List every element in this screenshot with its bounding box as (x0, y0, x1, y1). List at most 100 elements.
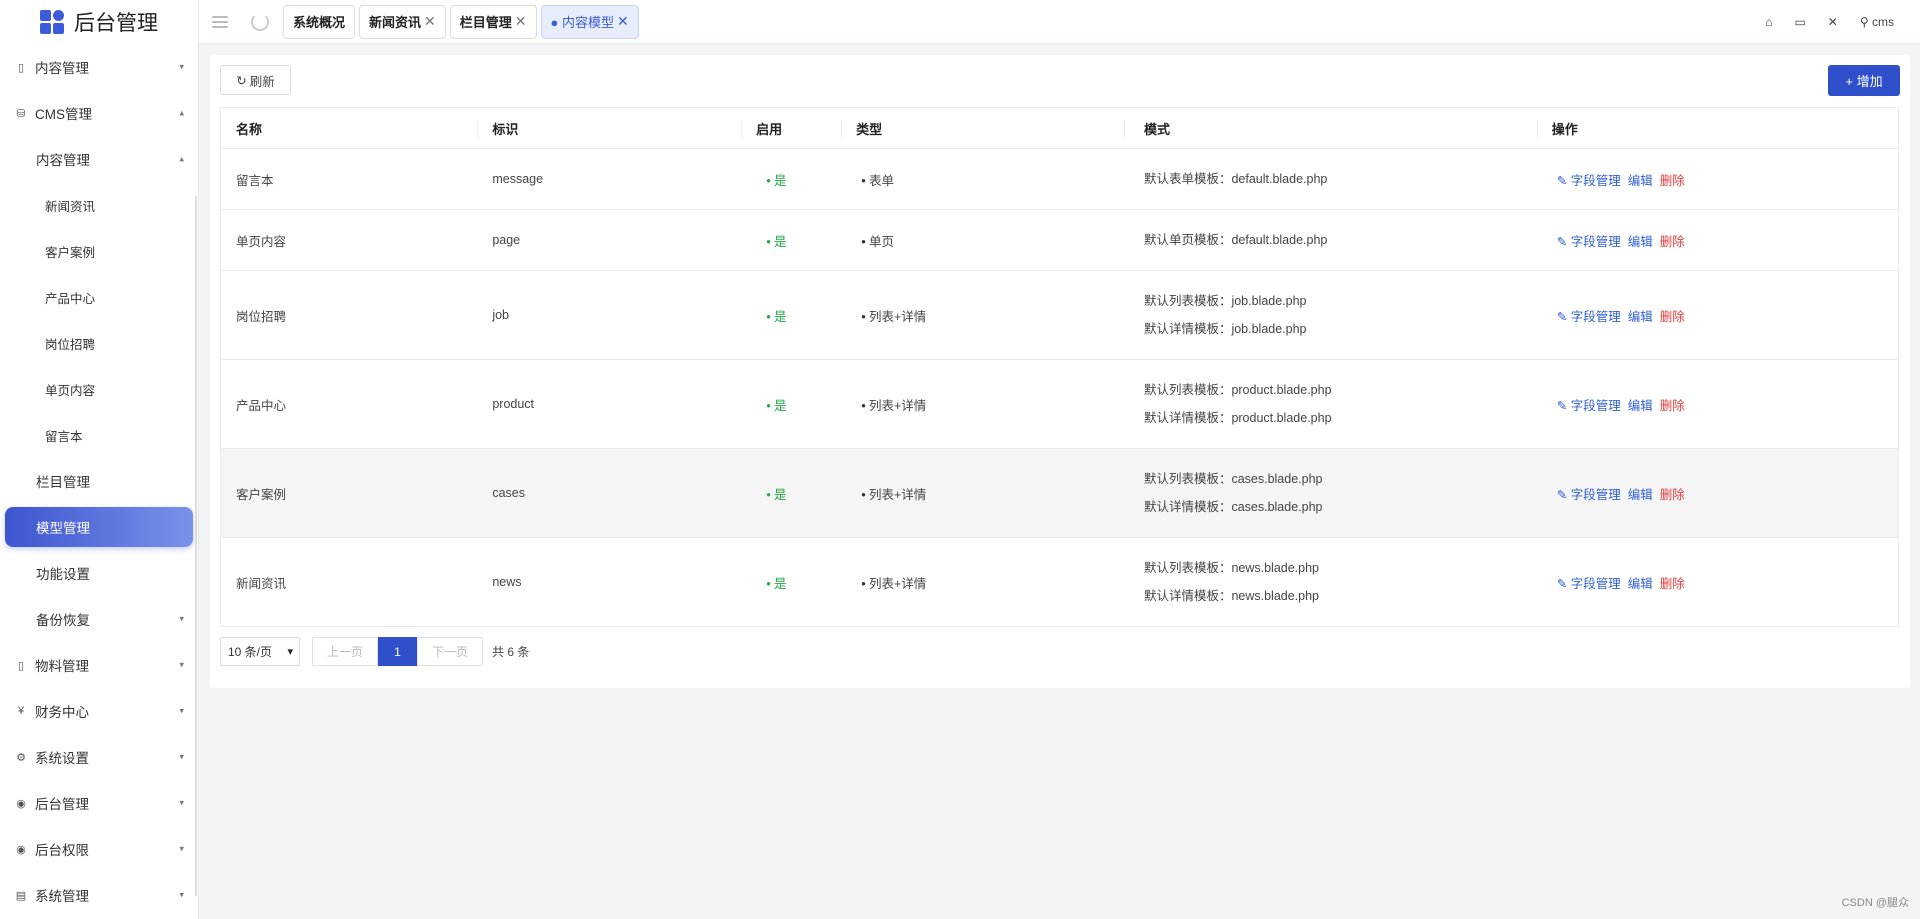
add-button[interactable]: + 增加 (1828, 65, 1900, 96)
sidebar-item-3[interactable]: 新闻资讯 (0, 182, 198, 228)
page-size-select[interactable]: 10 条/页 (220, 637, 300, 666)
sidebar-item-17[interactable]: ◉ 后台权限 ▾ (0, 826, 198, 872)
home-icon[interactable]: ⌂ (1765, 15, 1772, 29)
app-title: 后台管理 (74, 12, 158, 35)
sidebar-item-8[interactable]: 留言本 (0, 412, 198, 458)
edit-link[interactable]: 编辑 (1628, 577, 1653, 591)
chevron-up-icon: ▴ (179, 107, 184, 118)
actions-cell: ✎ 字段管理 编辑 删除 (1536, 359, 1899, 449)
sidebar-item-label: 功能设置 (36, 567, 90, 582)
field-manage-link[interactable]: ✎ 字段管理 (1557, 488, 1621, 502)
model-type: 列表+详情 (861, 310, 926, 324)
sidebar-item-6[interactable]: 岗位招聘 (0, 320, 198, 366)
reload-icon[interactable] (251, 12, 269, 31)
edit-link[interactable]: 编辑 (1628, 310, 1653, 324)
delete-link[interactable]: 删除 (1660, 310, 1685, 324)
refresh-button[interactable]: ↻ 刷新 (220, 65, 291, 95)
sidebar-scrollbar[interactable] (195, 196, 197, 896)
delete-link[interactable]: 删除 (1660, 577, 1685, 591)
user-menu[interactable]: ⚲ cms (1860, 15, 1894, 29)
edit-link[interactable]: 编辑 (1628, 235, 1653, 249)
type-cell: 列表+详情 (841, 270, 1124, 360)
chevron-down-icon: ▾ (179, 61, 184, 72)
model-key: news (477, 537, 742, 627)
delete-link[interactable]: 删除 (1660, 174, 1685, 188)
tab-label: 系统概况 (293, 15, 346, 30)
field-manage-link[interactable]: ✎ 字段管理 (1557, 399, 1621, 413)
sidebar-item-12[interactable]: 备份恢复 ▾ (0, 596, 198, 642)
close-icon[interactable]: ✕ (424, 13, 436, 30)
sidebar-item-14[interactable]: ¥ 财务中心 ▾ (0, 688, 198, 734)
edit-link[interactable]: 编辑 (1628, 399, 1653, 413)
sidebar-item-13[interactable]: ▯ 物料管理 ▾ (0, 642, 198, 688)
type-cell: 列表+详情 (841, 359, 1124, 449)
tab-0[interactable]: 系统概况 (283, 4, 356, 39)
edit-icon: ✎ (1556, 234, 1568, 249)
mode-template: 默认详情模板：news.blade.php (1143, 589, 1320, 603)
edit-icon: ✎ (1556, 576, 1568, 591)
mode-cell: 默认表单模板：default.blade.php (1123, 148, 1537, 210)
field-manage-link[interactable]: ✎ 字段管理 (1557, 310, 1621, 324)
edit-link[interactable]: 编辑 (1628, 488, 1653, 502)
mode-template: 默认单页模板：default.blade.php (1143, 233, 1328, 247)
field-manage-link[interactable]: ✎ 字段管理 (1557, 235, 1621, 249)
table-row[interactable]: 单页内容page 是 单页 默认单页模板：default.blade.php ✎ 字段管… (220, 209, 1899, 271)
field-manage-link[interactable]: ✎ 字段管理 (1557, 174, 1621, 188)
sidebar-item-0[interactable]: ▯ 内容管理 ▾ (0, 44, 198, 90)
sidebar-item-16[interactable]: ◉ 后台管理 ▾ (0, 780, 198, 826)
field-manage-link[interactable]: ✎ 字段管理 (1557, 577, 1621, 591)
tab-3[interactable]: ● 内容模型 ✕ (540, 4, 639, 39)
gear-icon: ⚙ (16, 751, 26, 764)
sidebar-item-1[interactable]: ⛁ CMS管理 ▴ (0, 90, 198, 136)
sidebar-item-2[interactable]: 内容管理 ▴ (0, 136, 198, 182)
enabled-cell: 是 (741, 359, 842, 449)
table-row[interactable]: 岗位招聘job 是 列表+详情 默认列表模板：job.blade.php 默认详情模板：… (220, 270, 1899, 360)
menu-toggle-icon[interactable] (212, 15, 228, 28)
table-row[interactable]: 新闻资讯news 是 列表+详情 默认列表模板：news.blade.php 默认详情模… (220, 537, 1899, 627)
enabled-status: 是 (766, 577, 786, 591)
edit-icon: ✎ (1556, 487, 1568, 502)
mode-cell: 默认单页模板：default.blade.php (1123, 209, 1537, 271)
tools-icon[interactable]: ✕ (1828, 15, 1838, 29)
enabled-cell: 是 (741, 537, 842, 627)
next-page-button[interactable]: 下一页 (417, 637, 483, 666)
prev-page-button[interactable]: 上一页 (312, 637, 378, 666)
mode-template: 默认详情模板：job.blade.php (1143, 322, 1307, 336)
sidebar-item-5[interactable]: 产品中心 (0, 274, 198, 320)
chevron-down-icon: ▾ (179, 797, 184, 808)
tab-2[interactable]: 栏目管理 ✕ (449, 4, 537, 39)
tab-1[interactable]: 新闻资讯 ✕ (359, 4, 446, 39)
edit-icon: ✎ (1556, 309, 1568, 324)
model-name: 单页内容 (220, 209, 478, 271)
enabled-status: 是 (766, 399, 786, 413)
sidebar-item-15[interactable]: ⚙ 系统设置 ▾ (0, 734, 198, 780)
edit-link[interactable]: 编辑 (1628, 174, 1653, 188)
close-icon[interactable]: ✕ (617, 13, 629, 30)
page-1-button[interactable]: 1 (378, 637, 417, 666)
enabled-cell: 是 (741, 148, 842, 210)
sidebar-item-9[interactable]: 栏目管理 (0, 458, 198, 504)
sidebar-item-label: 栏目管理 (36, 475, 90, 490)
table-row[interactable]: 留言本message 是 表单 默认表单模板：default.blade.php ✎ 字… (220, 148, 1899, 210)
delete-link[interactable]: 删除 (1660, 488, 1685, 502)
table-row[interactable]: 客户案例cases 是 列表+详情 默认列表模板：cases.blade.php 默认详… (220, 448, 1899, 538)
sidebar-item-7[interactable]: 单页内容 (0, 366, 198, 412)
table-row[interactable]: 产品中心product 是 列表+详情 默认列表模板：product.blade.ph… (220, 359, 1899, 449)
type-cell: 表单 (841, 148, 1124, 210)
sidebar-item-4[interactable]: 客户案例 (0, 228, 198, 274)
total-count: 共 6 条 (492, 645, 530, 659)
monitor-icon[interactable]: ▭ (1794, 15, 1805, 29)
logo[interactable]: 后台管理 (0, 0, 198, 44)
delete-link[interactable]: 删除 (1660, 235, 1685, 249)
sidebar-item-10[interactable]: 模型管理 (5, 507, 193, 547)
model-name: 岗位招聘 (220, 270, 478, 360)
sidebar-item-18[interactable]: ▤ 系统管理 ▾ (0, 872, 198, 918)
sidebar-item-label: 模型管理 (36, 521, 90, 536)
sidebar-item-label: 留言本 (45, 429, 83, 444)
sidebar-item-label: 内容管理 (36, 153, 90, 168)
delete-link[interactable]: 删除 (1660, 399, 1685, 413)
sidebar-item-11[interactable]: 功能设置 (0, 550, 198, 596)
sidebar-item-label: 新闻资讯 (45, 199, 96, 214)
close-icon[interactable]: ✕ (515, 13, 527, 30)
chevron-down-icon: ▾ (179, 843, 184, 854)
